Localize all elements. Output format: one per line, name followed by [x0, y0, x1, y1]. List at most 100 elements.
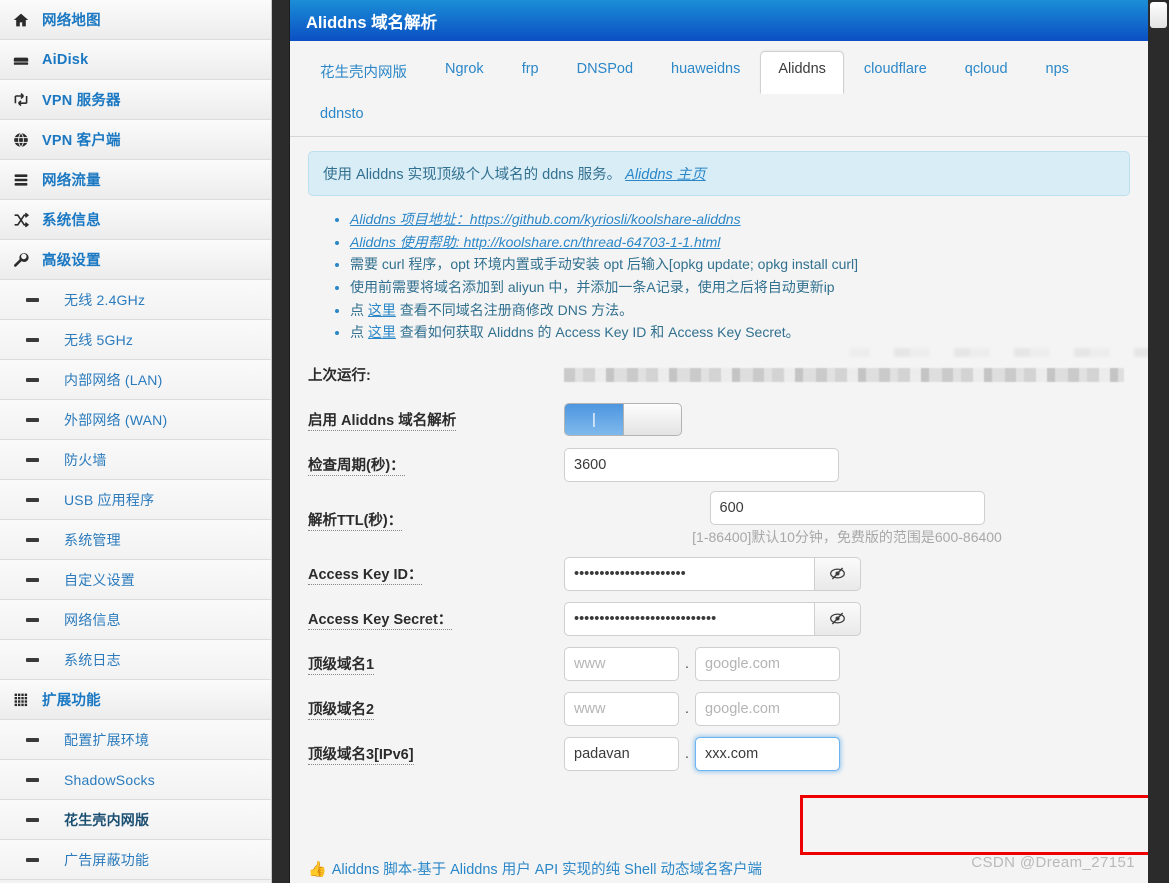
hint-list: Aliddns 项目地址：https://github.com/kyriosli… [308, 208, 1130, 344]
sidebar-item-6[interactable]: 高级设置 [0, 240, 271, 280]
settings-form: 上次运行: 启用 Aliddns 域名解析 | 检查周期(秒)： 3600 解析… [308, 352, 1130, 776]
sidebar-item-10[interactable]: 外部网络 (WAN) [0, 400, 271, 440]
tab-cloudflare[interactable]: cloudflare [846, 51, 945, 94]
tab-ddnsto[interactable]: ddnsto [302, 96, 382, 134]
domain-1-host-input[interactable] [564, 646, 679, 681]
highlight-box [800, 795, 1148, 855]
sidebar-item-9[interactable]: 内部网络 (LAN) [0, 360, 271, 400]
sidebar-item-label: 高级设置 [42, 253, 101, 269]
last-run-label: 上次运行: [308, 368, 371, 385]
domain-3-label: 顶级域名3[IPv6] [308, 747, 414, 766]
domain-2-host-input[interactable] [564, 691, 679, 726]
sidebar-item-label: 自定义设置 [64, 571, 135, 588]
hint-link[interactable]: 这里 [368, 324, 396, 340]
domain-3-domain-input[interactable] [695, 736, 840, 771]
sidebar-item-label: 花生壳内网版 [64, 811, 150, 828]
eye-slash-icon[interactable] [814, 556, 861, 591]
sidebar-item-16[interactable]: 系统日志 [0, 640, 271, 680]
sidebar-item-label: 网络流量 [42, 173, 101, 189]
sidebar-item-2[interactable]: VPN 服务器 [0, 80, 271, 120]
sidebar-item-4[interactable]: 网络流量 [0, 160, 271, 200]
home-icon [0, 12, 42, 28]
access-key-id-input[interactable] [564, 556, 814, 591]
content-panel: Aliddns 域名解析 花生壳内网版 Ngrok frp DNSPod huaweid… [289, 0, 1148, 883]
grid-icon [0, 692, 42, 708]
sidebar-item-7[interactable]: 无线 2.4GHz [0, 280, 271, 320]
sidebar-item-11[interactable]: 防火墙 [0, 440, 271, 480]
tab-花生壳内网版[interactable]: 花生壳内网版 [302, 51, 425, 94]
page-scrollbar-thumb[interactable] [1150, 2, 1167, 28]
interval-input[interactable] [564, 447, 839, 482]
tab-Ngrok[interactable]: Ngrok [427, 51, 502, 94]
tab-nps[interactable]: nps [1028, 51, 1087, 94]
sidebar-item-21[interactable]: 广告屏蔽功能 [0, 840, 271, 880]
ttl-label: 解析TTL(秒)： [308, 512, 403, 531]
domain-1-label: 顶级域名1 [308, 657, 375, 676]
panel-body: 使用 Aliddns 实现顶级个人域名的 ddns 服务。 Aliddns 主页… [290, 137, 1148, 776]
sidebar: 网络地图 AiDisk VPN 服务器 VPN 客户端网络流量系统信息高级设置无线 2… [0, 0, 272, 883]
sidebar-item-label: VPN 服务器 [42, 93, 121, 109]
dash-icon [0, 817, 64, 822]
sidebar-item-label: 外部网络 (WAN) [64, 411, 168, 428]
row-ttl: 解析TTL(秒)： [1-86400]默认10分钟，免费版的范围是600-864… [308, 487, 1130, 551]
tab-list: 花生壳内网版 Ngrok frp DNSPod huaweidns Aliddns clou… [302, 51, 1136, 136]
dash-icon [0, 377, 64, 382]
sidebar-item-20[interactable]: 花生壳内网版 [0, 800, 271, 840]
tab-Aliddns[interactable]: Aliddns [760, 51, 844, 94]
sidebar-item-3[interactable]: VPN 客户端 [0, 120, 271, 160]
hint-link[interactable]: Aliddns 项目地址：https://github.com/kyriosli… [350, 211, 741, 227]
sidebar-item-label: 防火墙 [64, 451, 107, 468]
row-access-key-secret: Access Key Secret： [308, 596, 1130, 641]
sidebar-item-13[interactable]: 系统管理 [0, 520, 271, 560]
dash-icon [0, 657, 64, 662]
ttl-helper-text: [1-86400]默认10分钟，免费版的范围是600-86400 [692, 529, 1002, 546]
page-scrollbar[interactable] [1148, 0, 1169, 883]
enable-toggle[interactable]: | [564, 403, 682, 437]
dash-icon [0, 537, 64, 542]
ttl-input[interactable] [709, 491, 985, 526]
sidebar-item-label: 无线 2.4GHz [64, 291, 146, 308]
tab-DNSPod[interactable]: DNSPod [559, 51, 651, 94]
sidebar-item-17[interactable]: 扩展功能 [0, 680, 271, 720]
sidebar-item-label: 配置扩展环境 [64, 731, 150, 748]
hint-text: 查看不同域名注册商修改 DNS 方法。 [395, 301, 634, 318]
tabbar: 花生壳内网版 Ngrok frp DNSPod huaweidns Aliddns clou… [290, 41, 1148, 137]
exchange-icon [0, 92, 42, 108]
sidebar-item-12[interactable]: USB 应用程序 [0, 480, 271, 520]
sidebar-item-0[interactable]: 网络地图 [0, 0, 271, 40]
hint-text: 需要 curl 程序，opt 环境内置或手动安装 opt 后输入[opkg up… [350, 256, 859, 273]
access-key-id-group [564, 556, 861, 591]
access-key-secret-group [564, 601, 861, 636]
aliddns-homepage-link[interactable]: Aliddns 主页 [625, 167, 706, 183]
hint-link[interactable]: 这里 [368, 302, 396, 318]
dash-icon [0, 497, 64, 502]
sidebar-item-1[interactable]: AiDisk [0, 40, 271, 80]
hint-link[interactable]: Aliddns 使用帮助: http://koolshare.cn/thread… [350, 234, 720, 250]
domain-3-host-input[interactable] [564, 736, 679, 771]
tab-huaweidns[interactable]: huaweidns [653, 51, 758, 94]
domain-2-domain-input[interactable] [695, 691, 840, 726]
sidebar-item-19[interactable]: ShadowSocks [0, 760, 271, 800]
sidebar-item-18[interactable]: 配置扩展环境 [0, 720, 271, 760]
domain-rows: 顶级域名1.顶级域名2.顶级域名3[IPv6]. [308, 641, 1130, 776]
sidebar-item-5[interactable]: 系统信息 [0, 200, 271, 240]
last-run-value-redacted [564, 367, 1124, 382]
sidebar-item-14[interactable]: 自定义设置 [0, 560, 271, 600]
hint-item: Aliddns 项目地址：https://github.com/kyriosli… [350, 208, 1130, 231]
sidebar-item-label: 系统管理 [64, 531, 121, 548]
footer-link-text: Aliddns 脚本-基于 Aliddns 用户 API 实现的纯 Shell … [331, 862, 762, 878]
sidebar-item-15[interactable]: 网络信息 [0, 600, 271, 640]
tab-qcloud[interactable]: qcloud [947, 51, 1026, 94]
sidebar-item-label: AiDisk [42, 51, 89, 68]
last-run-redacted-overflow [850, 348, 1148, 357]
domain-1-domain-input[interactable] [695, 646, 840, 681]
tab-frp[interactable]: frp [504, 51, 557, 94]
sidebar-item-label: 扩展功能 [42, 693, 101, 709]
access-key-secret-input[interactable] [564, 601, 814, 636]
domain-2-label: 顶级域名2 [308, 702, 375, 721]
sidebar-gutter [273, 0, 289, 883]
sidebar-item-label: ShadowSocks [64, 771, 155, 788]
sidebar-item-8[interactable]: 无线 5GHz [0, 320, 271, 360]
eye-slash-icon[interactable] [814, 601, 861, 636]
footer-link[interactable]: 👍 Aliddns 脚本-基于 Aliddns 用户 API 实现的纯 Shel… [308, 858, 762, 879]
